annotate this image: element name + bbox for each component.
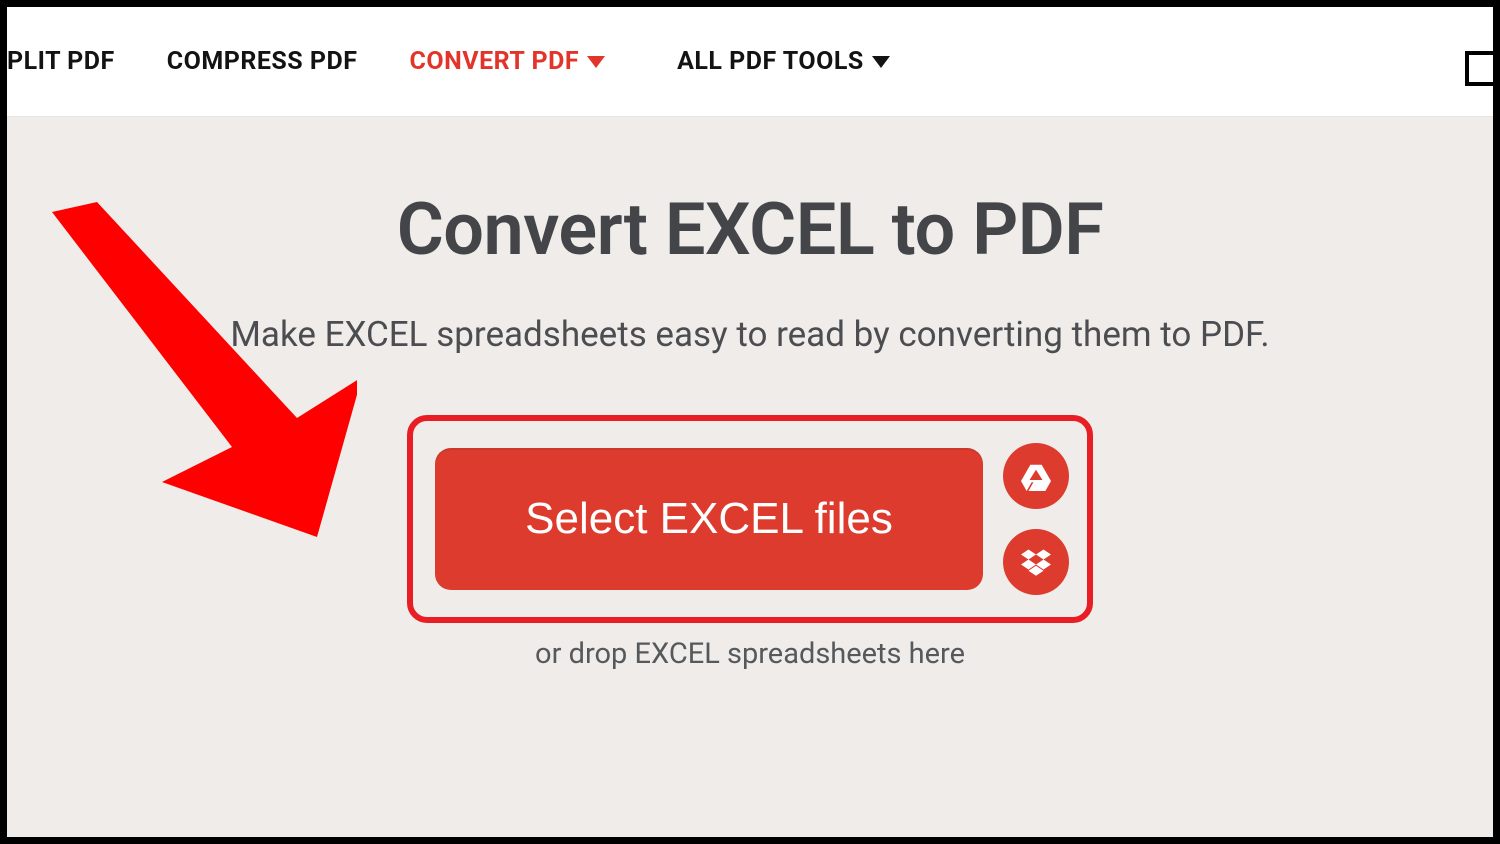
google-drive-icon (1021, 461, 1051, 491)
nav-label: ALL PDF TOOLS (677, 47, 864, 76)
dropbox-button[interactable] (1003, 529, 1069, 595)
google-drive-button[interactable] (1003, 443, 1069, 509)
nav-label: COMPRESS PDF (167, 47, 358, 76)
page-subtitle: Make EXCEL spreadsheets easy to read by … (7, 314, 1493, 355)
nav-item-convert-pdf[interactable]: CONVERT PDF (410, 47, 606, 76)
dropbox-icon (1021, 547, 1051, 577)
nav-item-all-pdf-tools[interactable]: ALL PDF TOOLS (677, 47, 890, 76)
nav-label: PLIT PDF (7, 47, 115, 76)
top-nav: PLIT PDF COMPRESS PDF CONVERT PDF ALL PD… (7, 7, 1493, 117)
select-files-button[interactable]: Select EXCEL files (435, 448, 983, 590)
upload-area: Select EXCEL files (407, 415, 1093, 623)
nav-item-split-pdf[interactable]: PLIT PDF (7, 47, 115, 76)
cloud-upload-buttons (1003, 443, 1069, 595)
nav-item-compress-pdf[interactable]: COMPRESS PDF (167, 47, 358, 76)
drop-hint: or drop EXCEL spreadsheets here (7, 637, 1493, 671)
chevron-down-icon (872, 56, 890, 68)
right-edge-icon (1465, 51, 1495, 86)
main-content: Convert EXCEL to PDF Make EXCEL spreadsh… (7, 117, 1493, 837)
page-title: Convert EXCEL to PDF (7, 187, 1493, 272)
chevron-down-icon (587, 56, 605, 68)
nav-label: CONVERT PDF (410, 47, 580, 76)
